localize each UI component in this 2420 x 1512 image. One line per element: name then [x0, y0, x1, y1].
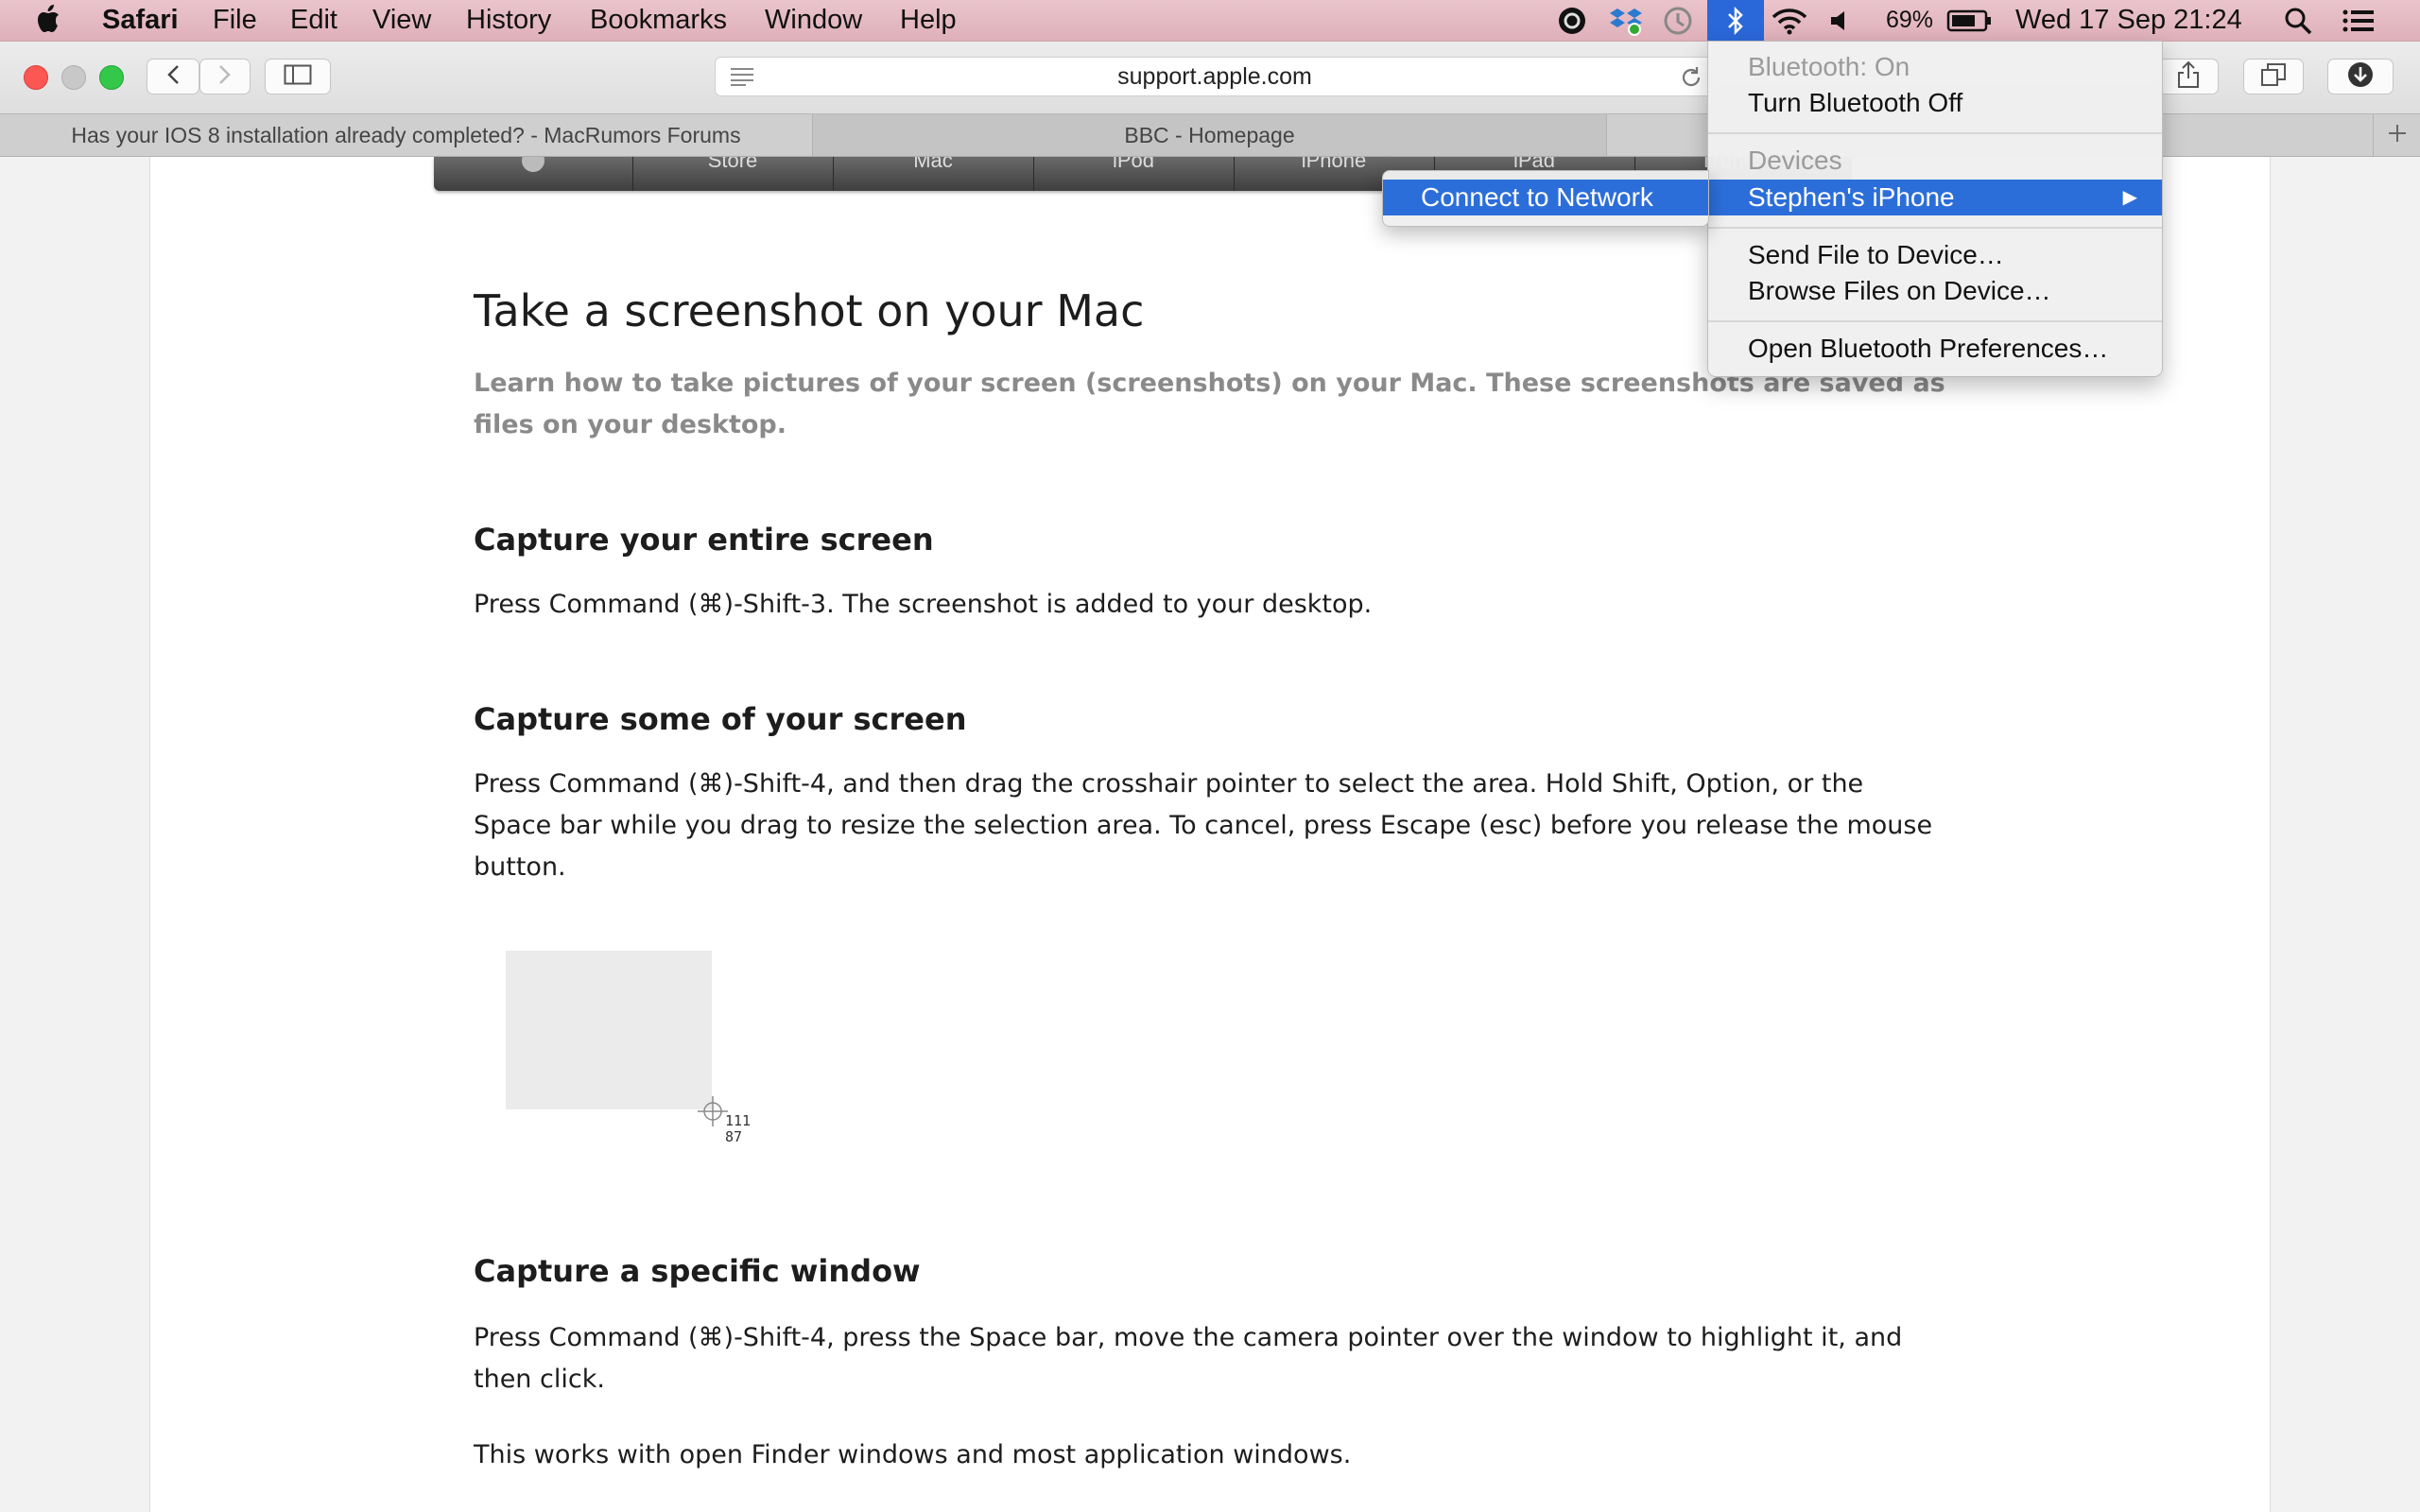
menu-history[interactable]: History	[466, 4, 551, 36]
bluetooth-status-label: Bluetooth: On	[1748, 52, 1910, 81]
menu-edit[interactable]: Edit	[290, 4, 337, 36]
show-all-tabs-button[interactable]	[2243, 59, 2304, 94]
selection-size-label: 111 87	[725, 1112, 752, 1145]
status-app-icon[interactable]	[1553, 4, 1591, 38]
connect-to-network-item[interactable]: Connect to Network	[1383, 180, 1708, 215]
download-icon	[2346, 60, 2375, 94]
menu-bookmarks[interactable]: Bookmarks	[590, 4, 727, 36]
battery-icon[interactable]	[1945, 4, 1994, 38]
zoom-window-button[interactable]	[99, 65, 124, 90]
browse-files-item[interactable]: Browse Files on Device…	[1708, 273, 2162, 309]
menu-separator	[1708, 320, 2162, 322]
section-body: Press Command (⌘)-Shift-4, and then drag…	[474, 769, 1933, 882]
sidebar-toggle-button[interactable]	[265, 59, 331, 94]
dropbox-icon[interactable]	[1607, 4, 1645, 38]
section-heading: Capture some of your screen	[474, 701, 967, 737]
turn-bluetooth-off-item[interactable]: Turn Bluetooth Off	[1708, 85, 2162, 121]
battery-percent: 69%	[1886, 7, 1934, 33]
chevron-right-icon	[217, 63, 233, 91]
notification-center-icon[interactable]	[2340, 4, 2377, 38]
menu-separator	[1708, 227, 2162, 229]
tab-macrumors[interactable]: Has your IOS 8 installation already comp…	[0, 114, 813, 156]
time-machine-icon[interactable]	[1659, 4, 1697, 38]
crosshair-icon	[697, 1095, 729, 1132]
share-icon	[2176, 60, 2201, 94]
site-nav-apple-logo[interactable]	[434, 157, 633, 191]
open-bluetooth-preferences-item[interactable]: Open Bluetooth Preferences…	[1708, 331, 2162, 367]
url-text[interactable]: support.apple.com	[716, 58, 1714, 95]
clock[interactable]: Wed 17 Sep 21:24	[2015, 4, 2242, 36]
tab-bbc[interactable]: BBC - Homepage	[813, 114, 1607, 156]
menu-view[interactable]: View	[372, 4, 431, 36]
site-nav-item[interactable]: Store	[632, 157, 834, 191]
wifi-icon[interactable]	[1771, 4, 1808, 38]
new-tab-button[interactable]	[2373, 114, 2420, 156]
plus-icon	[2387, 123, 2408, 148]
selection-illustration	[506, 951, 712, 1109]
submenu-arrow-icon: ▶	[2122, 187, 2137, 208]
menu-file[interactable]: File	[213, 4, 257, 36]
back-button[interactable]	[147, 59, 199, 94]
tabs-icon	[2260, 62, 2287, 92]
devices-header: Devices	[1748, 146, 1842, 175]
sidebar-icon	[284, 64, 312, 90]
minimize-window-button[interactable]	[61, 65, 86, 90]
site-nav-item[interactable]: Mac	[833, 157, 1034, 191]
apple-menu-icon[interactable]	[36, 2, 64, 34]
forward-button[interactable]	[199, 59, 251, 94]
spotlight-search-icon[interactable]	[2279, 4, 2317, 38]
share-button[interactable]	[2158, 59, 2219, 94]
address-bar[interactable]: support.apple.com	[715, 57, 1715, 96]
menu-help[interactable]: Help	[900, 4, 957, 36]
device-submenu: Connect to Network	[1382, 170, 1709, 227]
volume-icon[interactable]	[1822, 4, 1859, 38]
article-footer-text: This works with open Finder windows and …	[474, 1440, 1352, 1469]
reload-icon[interactable]	[1678, 64, 1704, 95]
device-name-label: Stephen's iPhone	[1748, 182, 1955, 212]
section-body: Press Command (⌘)-Shift-3. The screensho…	[474, 590, 1373, 619]
section-heading: Capture your entire screen	[474, 522, 934, 558]
bluetooth-status-active[interactable]	[1707, 0, 1764, 41]
menu-bar: Safari File Edit View History Bookmarks …	[0, 0, 2420, 42]
section-heading: Capture a specific window	[474, 1253, 921, 1289]
downloads-button[interactable]	[2327, 59, 2394, 94]
send-file-item[interactable]: Send File to Device…	[1708, 237, 2162, 273]
menu-app-name[interactable]: Safari	[102, 4, 179, 36]
close-window-button[interactable]	[24, 65, 48, 90]
menu-separator	[1708, 132, 2162, 134]
bluetooth-menu: Bluetooth: On Turn Bluetooth Off Devices…	[1707, 41, 2163, 377]
menu-window[interactable]: Window	[765, 4, 862, 36]
device-stephens-iphone-item[interactable]: Stephen's iPhone ▶	[1708, 180, 2162, 215]
chevron-left-icon	[165, 63, 181, 91]
site-nav-item[interactable]: iPod	[1033, 157, 1235, 191]
section-body: Press Command (⌘)-Shift-4, press the Spa…	[474, 1323, 1903, 1394]
